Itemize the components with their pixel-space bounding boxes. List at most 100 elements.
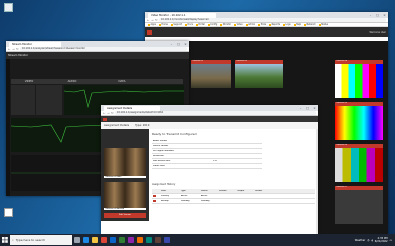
bookmark-item[interactable]: Admin — [245, 23, 256, 26]
maximize-icon[interactable]: □ — [175, 41, 182, 47]
table-title: Assignment History — [152, 183, 176, 186]
clock[interactable]: 4:35 PM 6/21/2022 — [375, 237, 388, 243]
bookmark-label: Monitor — [222, 23, 232, 26]
bookmark-item[interactable]: Network — [304, 23, 316, 26]
row-status-icon — [152, 194, 160, 198]
search-placeholder: Type here to search — [15, 238, 46, 242]
desktop-icon-shortcut[interactable] — [2, 208, 14, 220]
bookmark-item[interactable]: Status — [318, 23, 328, 26]
scrollbar[interactable] — [316, 129, 318, 234]
bookmark-item[interactable]: Help — [293, 23, 301, 26]
video-tile[interactable]: Camera 03 — [235, 60, 283, 88]
welcome-user[interactable]: Welcome User — [370, 31, 386, 34]
bookmark-item[interactable]: Monitor — [220, 23, 231, 26]
bookmark-label: Apps — [150, 23, 156, 26]
explorer-icon — [91, 237, 98, 243]
browser-window-assignment[interactable]: Assignment Details – □ × ← → ↻ 10.102.1.… — [101, 105, 318, 234]
close-icon[interactable]: × — [311, 105, 318, 111]
app5-icon — [154, 237, 161, 243]
taskbar-app6-button[interactable] — [162, 234, 171, 246]
address-bar[interactable]: 10.102.1.1/analyzer/stream?session=1&vie… — [20, 47, 187, 51]
taskbar-mail-button[interactable] — [108, 234, 117, 246]
video-tile[interactable]: Camera 04 — [335, 60, 383, 98]
thumb-main[interactable]: Camera 01 Main — [104, 148, 146, 178]
taskbar-edge-button[interactable] — [81, 234, 90, 246]
app4-icon — [145, 237, 152, 243]
close-icon[interactable]: × — [381, 12, 388, 18]
bookmark-item[interactable]: Support — [170, 23, 183, 26]
page-header: Assignment Details Type: 2010 — [101, 122, 318, 129]
app-icon — [118, 237, 125, 243]
taskbar-app4-button[interactable] — [144, 234, 153, 246]
video-tile[interactable]: Camera 05 — [335, 102, 383, 140]
bookmark-item[interactable]: Reports — [269, 23, 280, 26]
taskbar-explorer-button[interactable] — [90, 234, 99, 246]
video-tile[interactable]: Camera 07 — [335, 186, 383, 224]
bookmark-label: Admin — [248, 23, 256, 26]
bookmark-item[interactable]: Logs — [282, 23, 291, 26]
bookmark-item[interactable]: Docs — [185, 23, 193, 26]
table-row[interactable]: Backup Standby Standby — [152, 199, 315, 204]
bookmark-label: Support — [173, 23, 183, 26]
taskbar-app-button[interactable] — [117, 234, 126, 246]
tab-data[interactable]: DATA — [97, 79, 147, 84]
bookmark-item[interactable]: Home — [158, 23, 168, 26]
fields-list: Audio Stream Source Format SDI Signal Stan… — [152, 139, 262, 169]
field-label: Resolution — [153, 155, 164, 157]
video-tile[interactable]: Camera 02 — [191, 60, 231, 88]
tab-audio[interactable]: AUDIO — [47, 79, 97, 84]
table-header-cell[interactable]: Output — [236, 190, 254, 192]
bookmark-label: Docs — [187, 23, 193, 26]
edge-icon — [82, 237, 89, 243]
thumb-backup[interactable]: Camera 02 Backup — [104, 182, 146, 210]
bookmark-label: Reports — [271, 23, 280, 26]
minimize-icon[interactable]: – — [168, 41, 175, 47]
taskbar-app3-button[interactable] — [135, 234, 144, 246]
start-button[interactable] — [0, 234, 10, 246]
task-view-icon — [73, 237, 80, 243]
close-icon[interactable]: × — [182, 41, 189, 47]
table-header-cell[interactable]: Start — [160, 190, 180, 192]
bookmark-item[interactable]: Apps — [148, 23, 156, 26]
search-box[interactable]: ⌕ Type here to search — [10, 235, 72, 245]
clock-date: 6/21/2022 — [374, 240, 388, 243]
video-tile[interactable]: Camera 06 — [335, 144, 383, 182]
bookmark-label: Network — [306, 23, 316, 26]
notifications-icon[interactable]: ▭ — [390, 239, 392, 242]
thumb-column: Camera 01 Main Camera 02 Backup Edit Str… — [101, 129, 149, 221]
edit-stream-button[interactable]: Edit Stream — [104, 213, 146, 218]
address-bar[interactable]: 10.102.1.1/monitor/wall/display?view=all — [159, 18, 386, 22]
weather-label[interactable]: Weather — [355, 239, 366, 242]
taskbar-chrome-button[interactable] — [99, 234, 108, 246]
bookmark-item[interactable]: Tools — [258, 23, 266, 26]
app2-icon — [127, 237, 134, 243]
table-cell: Backup — [161, 200, 169, 202]
volume-icon[interactable]: ◖ — [371, 239, 372, 242]
network-icon[interactable]: ◔ — [367, 239, 369, 242]
minimize-icon[interactable]: – — [367, 12, 374, 18]
table-header-cell[interactable]: Status — [200, 190, 218, 192]
chrome-icon — [100, 237, 107, 243]
field-label: Audio Stream — [153, 140, 168, 142]
tab-video[interactable]: VIDEO — [11, 79, 47, 84]
app6-icon — [163, 237, 170, 243]
minimize-icon[interactable]: – — [297, 105, 304, 111]
maximize-icon[interactable]: □ — [304, 105, 311, 111]
bookmark-label: Home — [161, 23, 168, 26]
table-header-cell[interactable]: Details — [254, 190, 274, 192]
bookmark-label: Logs — [285, 23, 291, 26]
table-header-cell[interactable]: Type — [180, 190, 200, 192]
table-header-cell[interactable]: Stream — [218, 190, 236, 192]
desktop-icon-recycle-bin[interactable] — [2, 3, 14, 15]
taskbar-app2-button[interactable] — [126, 234, 135, 246]
bookmark-item[interactable]: Video — [234, 23, 243, 26]
taskbar-task-view-button[interactable] — [72, 234, 81, 246]
table-cell: Standby — [201, 200, 210, 202]
bookmark-item[interactable]: Config — [207, 23, 217, 26]
bookmark-item[interactable]: Portal — [195, 23, 205, 26]
taskbar-app5-button[interactable] — [153, 234, 162, 246]
maximize-icon[interactable]: □ — [374, 12, 381, 18]
logo-icon — [103, 117, 107, 121]
logo-icon — [147, 29, 152, 35]
address-bar[interactable]: 10.102.1.1/assignments/detail?id=1062 — [115, 111, 316, 115]
